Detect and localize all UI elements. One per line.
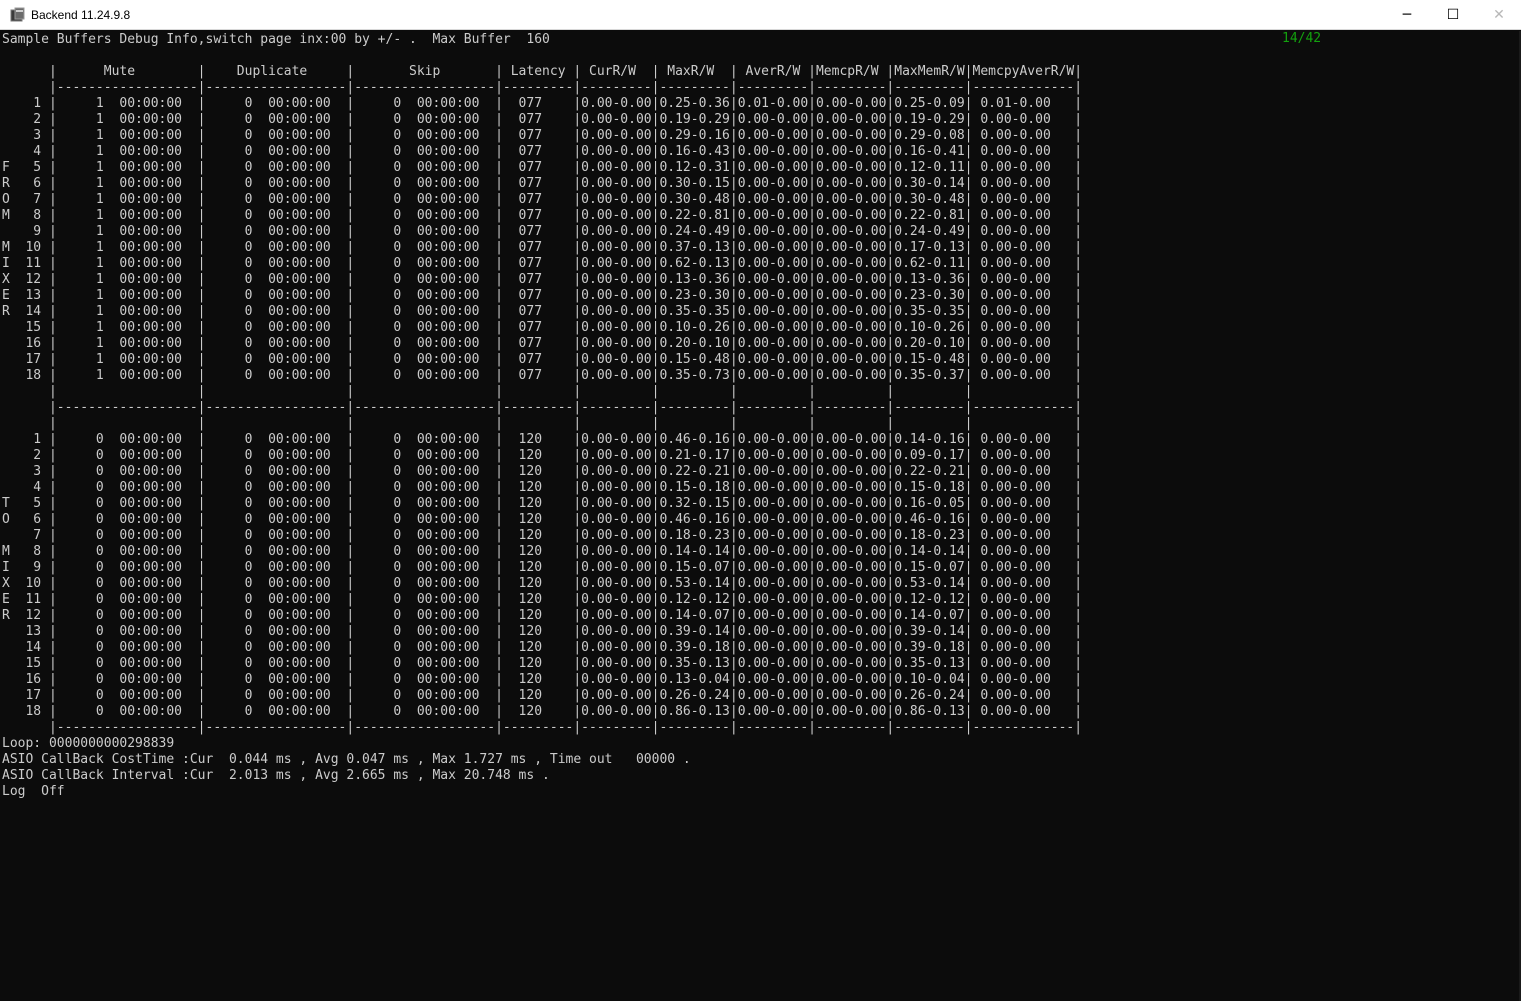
console-line: 15 | 1 00:00:00 | 0 00:00:00 | 0 00:00:0… bbox=[2, 320, 1083, 335]
console-line: 17 | 1 00:00:00 | 0 00:00:00 | 0 00:00:0… bbox=[2, 352, 1083, 367]
console-line: R 14 | 1 00:00:00 | 0 00:00:00 | 0 00:00… bbox=[2, 304, 1083, 319]
console-line: M 10 | 1 00:00:00 | 0 00:00:00 | 0 00:00… bbox=[2, 240, 1083, 255]
console-line: E 11 | 0 00:00:00 | 0 00:00:00 | 0 00:00… bbox=[2, 592, 1083, 607]
console-line: ASIO CallBack Interval :Cur 2.013 ms , A… bbox=[2, 768, 550, 783]
window-title: Backend 11.24.9.8 bbox=[31, 8, 131, 22]
console-line: 3 | 0 00:00:00 | 0 00:00:00 | 0 00:00:00… bbox=[2, 464, 1083, 479]
maximize-button[interactable]: ☐ bbox=[1430, 0, 1476, 30]
console-line: I 9 | 0 00:00:00 | 0 00:00:00 | 0 00:00:… bbox=[2, 560, 1083, 575]
console-line: Log Off bbox=[2, 784, 65, 799]
console-line: ASIO CallBack CostTime :Cur 0.044 ms , A… bbox=[2, 752, 691, 767]
console-line: R 12 | 0 00:00:00 | 0 00:00:00 | 0 00:00… bbox=[2, 608, 1083, 623]
console-line: F 5 | 1 00:00:00 | 0 00:00:00 | 0 00:00:… bbox=[2, 160, 1083, 175]
console-line: M 8 | 0 00:00:00 | 0 00:00:00 | 0 00:00:… bbox=[2, 544, 1083, 559]
console-line: 1 | 1 00:00:00 | 0 00:00:00 | 0 00:00:00… bbox=[2, 96, 1083, 111]
console-line: | | | | | | | | | | | bbox=[2, 384, 1083, 399]
console-line: 13 | 0 00:00:00 | 0 00:00:00 | 0 00:00:0… bbox=[2, 624, 1083, 639]
console-line: |------------------|------------------|-… bbox=[2, 720, 1083, 735]
console-line: 1 | 0 00:00:00 | 0 00:00:00 | 0 00:00:00… bbox=[2, 432, 1083, 447]
console-line: 16 | 0 00:00:00 | 0 00:00:00 | 0 00:00:0… bbox=[2, 672, 1083, 687]
console-line: 18 | 0 00:00:00 | 0 00:00:00 | 0 00:00:0… bbox=[2, 704, 1083, 719]
close-button[interactable]: ✕ bbox=[1476, 0, 1521, 30]
console-line: 7 | 0 00:00:00 | 0 00:00:00 | 0 00:00:00… bbox=[2, 528, 1083, 543]
console-line: 9 | 1 00:00:00 | 0 00:00:00 | 0 00:00:00… bbox=[2, 224, 1083, 239]
console-line: I 11 | 1 00:00:00 | 0 00:00:00 | 0 00:00… bbox=[2, 256, 1083, 271]
console-line: E 13 | 1 00:00:00 | 0 00:00:00 | 0 00:00… bbox=[2, 288, 1083, 303]
console-line: Sample Buffers Debug Info,switch page in… bbox=[2, 32, 550, 47]
console-line: Loop: 0000000000298839 bbox=[2, 736, 175, 751]
console-line: |------------------|------------------|-… bbox=[2, 400, 1083, 415]
console-line: 15 | 0 00:00:00 | 0 00:00:00 | 0 00:00:0… bbox=[2, 656, 1083, 671]
minimize-button[interactable]: ─ bbox=[1384, 0, 1430, 30]
console-line: X 12 | 1 00:00:00 | 0 00:00:00 | 0 00:00… bbox=[2, 272, 1083, 287]
console-line: 16 | 1 00:00:00 | 0 00:00:00 | 0 00:00:0… bbox=[2, 336, 1083, 351]
console-line: O 6 | 0 00:00:00 | 0 00:00:00 | 0 00:00:… bbox=[2, 512, 1083, 527]
console-line: 3 | 1 00:00:00 | 0 00:00:00 | 0 00:00:00… bbox=[2, 128, 1083, 143]
console-line: 4 | 0 00:00:00 | 0 00:00:00 | 0 00:00:00… bbox=[2, 480, 1083, 495]
console-line: R 6 | 1 00:00:00 | 0 00:00:00 | 0 00:00:… bbox=[2, 176, 1083, 191]
console-line: | | | | | | | | | | | bbox=[2, 416, 1083, 431]
console-line: 2 | 1 00:00:00 | 0 00:00:00 | 0 00:00:00… bbox=[2, 112, 1083, 127]
title-bar[interactable]: Backend 11.24.9.8 ─ ☐ ✕ bbox=[0, 0, 1521, 30]
console-app-icon bbox=[10, 7, 25, 22]
console-line: X 10 | 0 00:00:00 | 0 00:00:00 | 0 00:00… bbox=[2, 576, 1083, 591]
console-line: O 7 | 1 00:00:00 | 0 00:00:00 | 0 00:00:… bbox=[2, 192, 1083, 207]
console-output[interactable]: Sample Buffers Debug Info,switch page in… bbox=[0, 31, 1521, 1001]
console-line: 2 | 0 00:00:00 | 0 00:00:00 | 0 00:00:00… bbox=[2, 448, 1083, 463]
page-indicator: 14/42 bbox=[1282, 31, 1322, 46]
console-line: 4 | 1 00:00:00 | 0 00:00:00 | 0 00:00:00… bbox=[2, 144, 1083, 159]
console-line: 17 | 0 00:00:00 | 0 00:00:00 | 0 00:00:0… bbox=[2, 688, 1083, 703]
console-line: 18 | 1 00:00:00 | 0 00:00:00 | 0 00:00:0… bbox=[2, 368, 1083, 383]
console-line: | Mute | Duplicate | Skip | Latency | Cu… bbox=[2, 64, 1083, 79]
console-line: T 5 | 0 00:00:00 | 0 00:00:00 | 0 00:00:… bbox=[2, 496, 1083, 511]
console-line: M 8 | 1 00:00:00 | 0 00:00:00 | 0 00:00:… bbox=[2, 208, 1083, 223]
console-line: 14 | 0 00:00:00 | 0 00:00:00 | 0 00:00:0… bbox=[2, 640, 1083, 655]
console-line: |------------------|------------------|-… bbox=[2, 80, 1083, 95]
